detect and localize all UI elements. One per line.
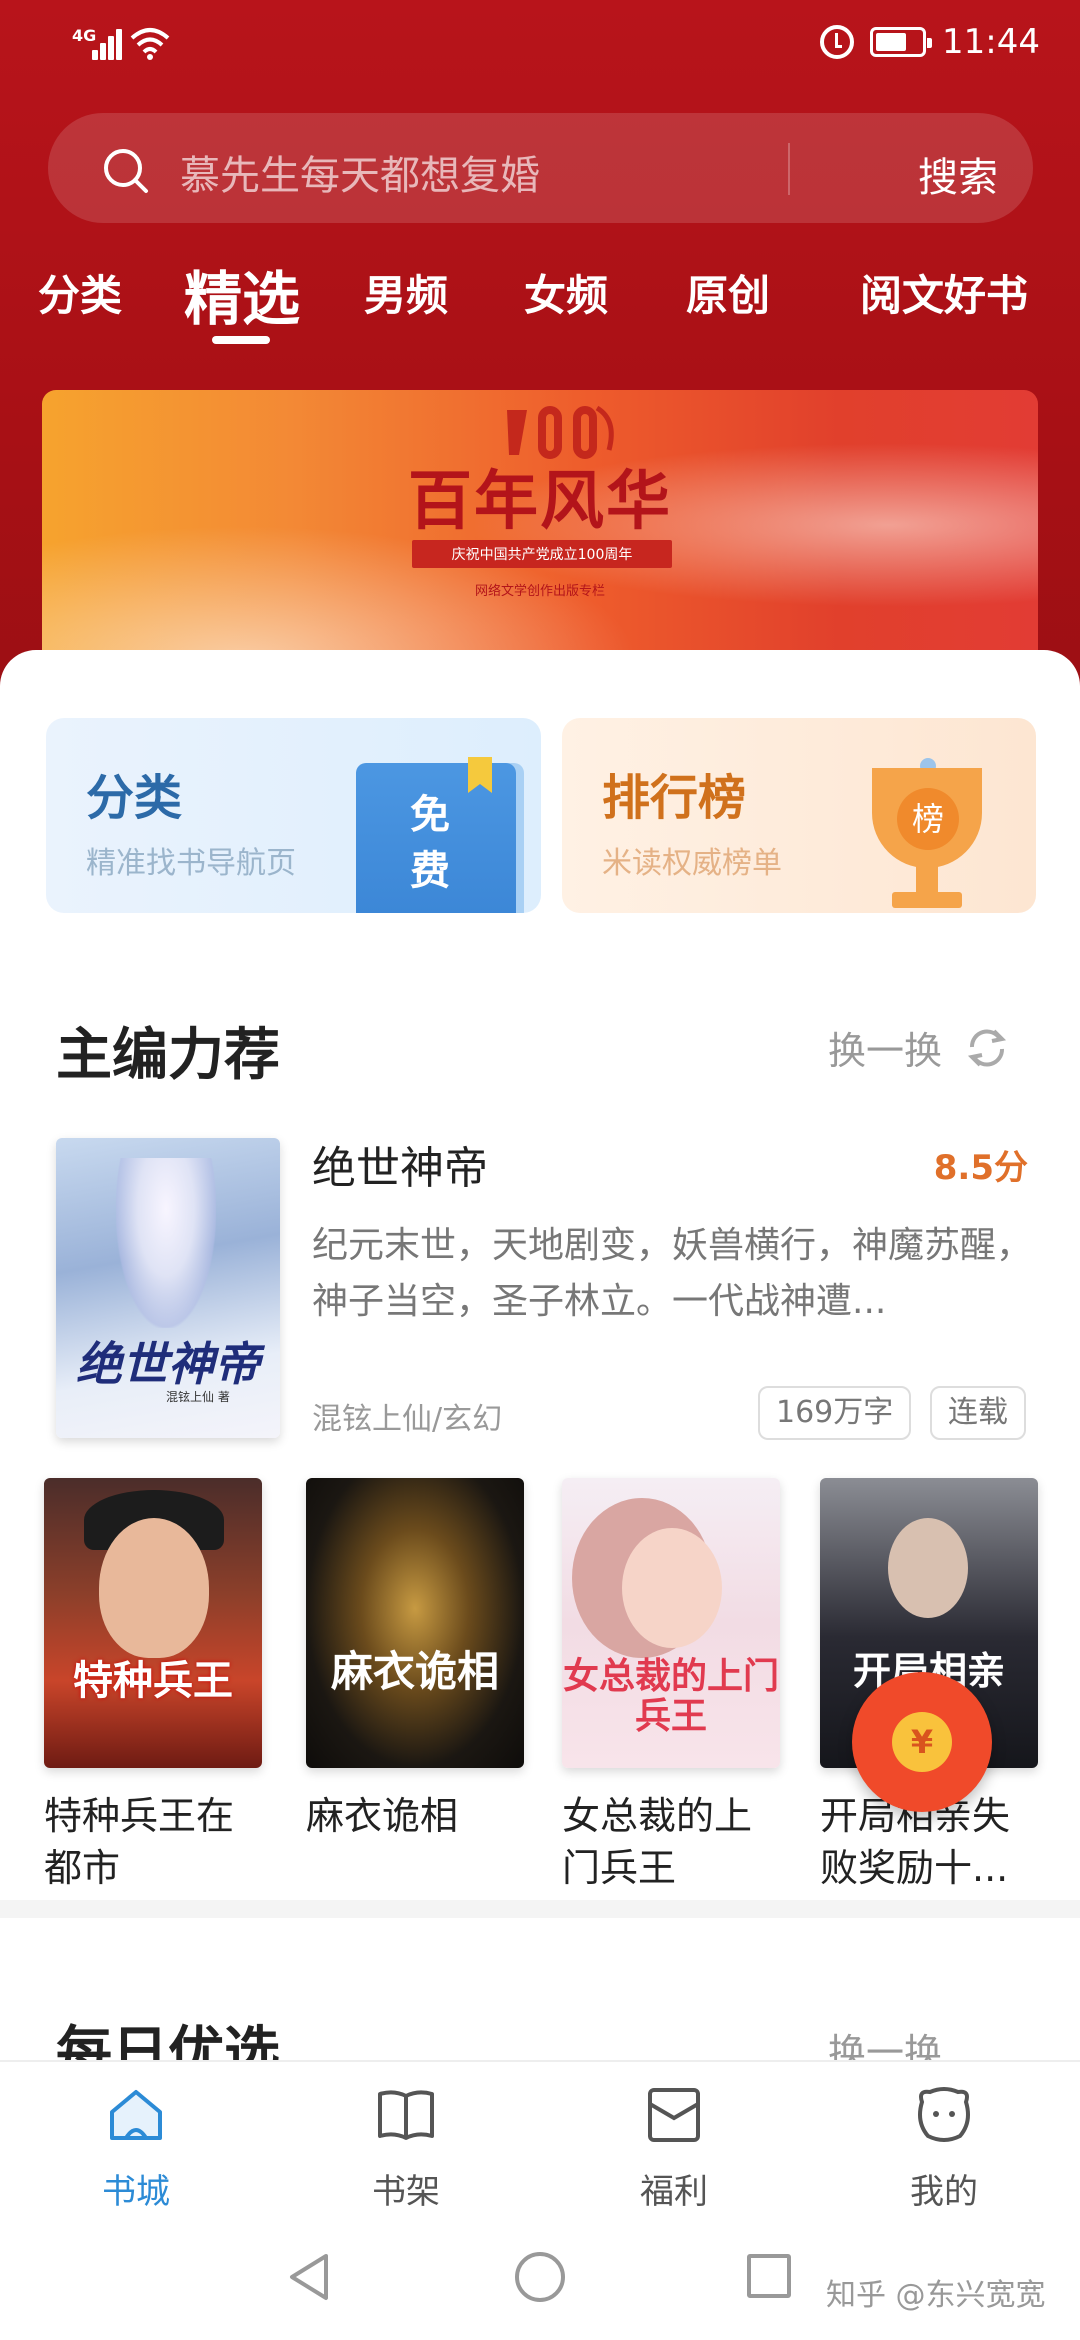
tab-featured[interactable]: 精选 (184, 252, 300, 336)
book-cover[interactable]: 女总裁的上门兵王 (562, 1478, 780, 1768)
signal-icon (88, 26, 128, 60)
nav-bookstore[interactable]: 书城 (56, 2082, 216, 2213)
recent-apps-icon[interactable] (747, 2254, 791, 2298)
profile-icon (918, 2087, 970, 2142)
coin-icon: ¥ (892, 1712, 952, 1772)
nav-label: 书架 (372, 2172, 440, 2212)
home-button-icon[interactable] (515, 2252, 565, 2302)
featured-cover-author: 混铉上仙 著 (166, 1390, 230, 1404)
banner-title: 百年风华 (408, 464, 672, 539)
banner-subtitle: 庆祝中国共产党成立100周年 (412, 540, 672, 568)
featured-book-description: 纪元末世，天地剧变，妖兽横行，神魔苏醒，神子当空，圣子林立。一代战神遭... (312, 1225, 1033, 1322)
recommend-refresh-button[interactable]: 换一换 (828, 1020, 1010, 1075)
book-cover-title: 特种兵王 (73, 1657, 233, 1704)
tab-female[interactable]: 女频 (524, 262, 608, 323)
home-icon (110, 2090, 162, 2140)
alarm-icon (820, 25, 855, 59)
free-badge: 免费 (410, 791, 450, 894)
featured-book-meta: 混铉上仙/玄幻 (312, 1402, 503, 1437)
ranking-badge: 榜 (897, 788, 959, 850)
watermark: 知乎 @东兴宽宽 (826, 2278, 1046, 2313)
recommend-section-title: 主编力荐 (56, 1022, 280, 1088)
tab-original[interactable]: 原创 (686, 262, 770, 323)
featured-book-score: 8.5分 (933, 1148, 1028, 1188)
promo-banner[interactable]: 百年风华 庆祝中国共产党成立100周年 网络文学创作出版专栏 (42, 390, 1038, 690)
gift-icon (648, 2088, 700, 2142)
search-bar[interactable]: 慕先生每天都想复婚 搜索 (48, 113, 1033, 223)
category-card[interactable]: 分类 精准找书导航页 免费 (46, 718, 541, 913)
category-card-title: 分类 (86, 770, 183, 826)
back-icon[interactable] (286, 2252, 334, 2302)
nav-bookshelf[interactable]: 书架 (326, 2082, 486, 2213)
ranking-card[interactable]: 排行榜 米读权威榜单 榜 (562, 718, 1036, 913)
nav-label: 我的 (910, 2172, 978, 2212)
banner-caption: 网络文学创作出版专栏 (474, 584, 605, 599)
word-count-tag: 169万字 (758, 1386, 912, 1440)
category-card-subtitle: 精准找书导航页 (86, 846, 296, 881)
nav-welfare[interactable]: 福利 (594, 2082, 754, 2213)
system-navigation-bar: 知乎 @东兴宽宽 (0, 2230, 1080, 2340)
search-icon (104, 149, 148, 193)
book-title[interactable]: 特种兵王在都市 (44, 1790, 264, 1894)
battery-icon (870, 27, 933, 57)
free-book-icon: 免费 (356, 757, 516, 913)
bookshelf-icon (378, 2090, 434, 2140)
book-title[interactable]: 麻衣诡相 (306, 1790, 526, 1842)
refresh-label: 换一换 (828, 1029, 943, 1073)
ranking-card-subtitle: 米读权威榜单 (602, 846, 782, 881)
section-separator (0, 1900, 1080, 1918)
clock: 11:44 (942, 22, 1040, 62)
red-packet-button[interactable]: ¥ (852, 1672, 992, 1812)
wifi-icon (130, 28, 170, 60)
book-cover-title: 麻衣诡相 (330, 1647, 499, 1696)
featured-cover-title: 绝世神帝 (76, 1337, 260, 1391)
ranking-card-title: 排行榜 (602, 770, 747, 826)
category-tabs: 分类 精选 男频 女频 原创 阅文好书 (0, 252, 1080, 352)
trophy-icon: 榜 (852, 758, 1002, 913)
featured-book-cover[interactable]: 绝世神帝 混铉上仙 著 (56, 1138, 280, 1438)
book-cover-title: 女总裁的上门兵王 (562, 1655, 779, 1737)
tab-category[interactable]: 分类 (38, 262, 122, 323)
refresh-icon (967, 1028, 1007, 1067)
nav-label: 福利 (640, 2172, 708, 2212)
tab-male[interactable]: 男频 (364, 262, 448, 323)
search-input[interactable]: 慕先生每天都想复婚 (180, 143, 540, 201)
status-bar: 4G 11:44 (0, 0, 1080, 95)
header: 4G 11:44 慕先生每天都想复婚 搜索 分类 精选 男频 女频 原创 阅文好 (0, 0, 1080, 720)
nav-profile[interactable]: 我的 (864, 2082, 1024, 2213)
book-title[interactable]: 女总裁的上门兵王 (562, 1790, 782, 1894)
tab-yuewen[interactable]: 阅文好书 (860, 262, 1028, 323)
nav-label: 书城 (102, 2172, 170, 2212)
serial-status-tag: 连载 (930, 1386, 1026, 1440)
search-divider (788, 143, 790, 195)
book-cover[interactable]: 麻衣诡相 (306, 1478, 524, 1768)
search-button[interactable]: 搜索 (918, 145, 998, 203)
active-tab-indicator (212, 336, 270, 344)
book-cover[interactable]: 特种兵王 (44, 1478, 262, 1768)
featured-book-title[interactable]: 绝世神帝 (312, 1132, 488, 1196)
